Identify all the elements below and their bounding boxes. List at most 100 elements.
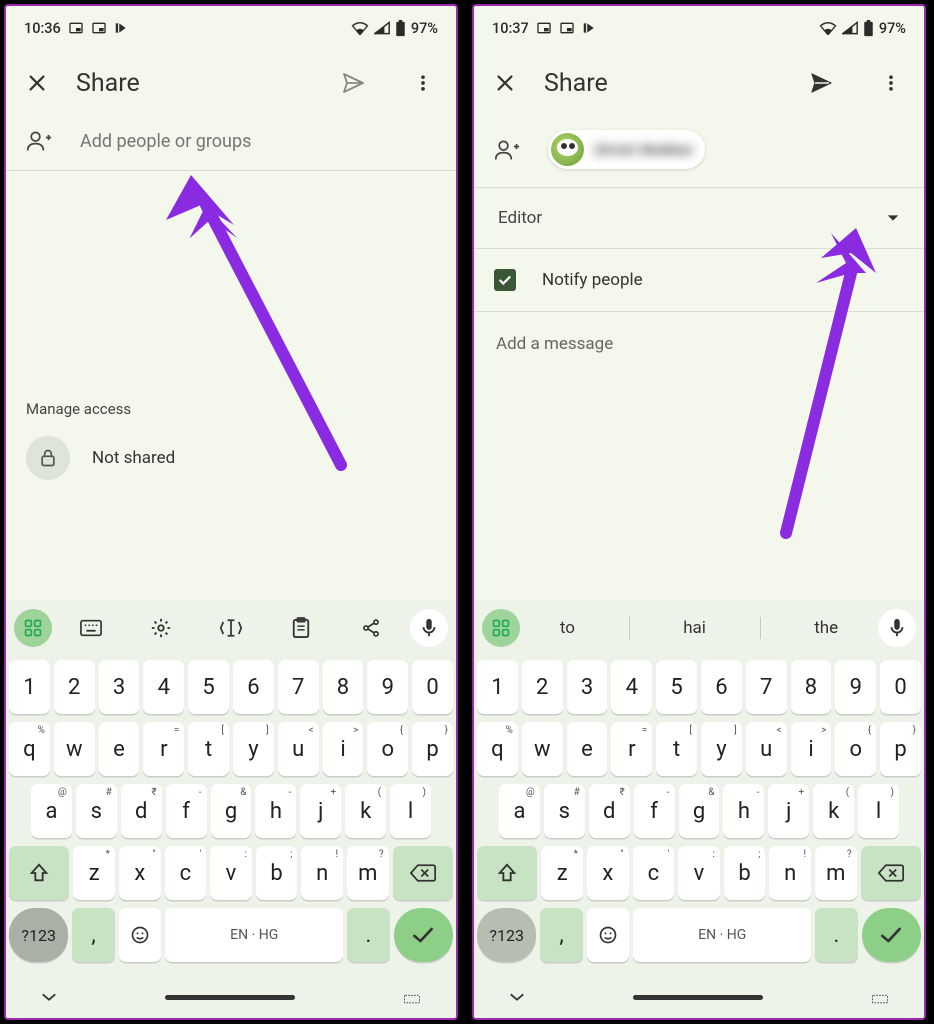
- key-period[interactable]: .: [815, 908, 857, 962]
- key-8[interactable]: 8: [323, 660, 364, 714]
- key-enter[interactable]: [862, 908, 921, 962]
- message-input[interactable]: Add a message: [474, 312, 924, 376]
- suggestion-1[interactable]: to: [542, 612, 593, 644]
- key-f[interactable]: f-: [166, 784, 207, 838]
- key-symbols[interactable]: ?123: [9, 908, 68, 962]
- key-b[interactable]: b;: [256, 846, 298, 900]
- key-l[interactable]: l): [858, 784, 899, 838]
- send-button[interactable]: [332, 62, 374, 104]
- key-z[interactable]: z*: [541, 846, 583, 900]
- key-j[interactable]: j+: [768, 784, 809, 838]
- key-1[interactable]: 1: [9, 660, 50, 714]
- key-u[interactable]: u<: [278, 722, 319, 776]
- person-chip[interactable]: Girish Mukker: [548, 130, 705, 169]
- suggestion-2[interactable]: hai: [665, 612, 724, 644]
- send-button[interactable]: [800, 62, 842, 104]
- key-v[interactable]: v:: [210, 846, 252, 900]
- nav-handle[interactable]: [165, 995, 295, 1000]
- key-r[interactable]: r=: [611, 722, 652, 776]
- key-0[interactable]: 0: [880, 660, 921, 714]
- key-enter[interactable]: [394, 908, 453, 962]
- kb-apps-icon[interactable]: [482, 609, 520, 647]
- key-3[interactable]: 3: [99, 660, 140, 714]
- key-k[interactable]: k(: [813, 784, 854, 838]
- key-8[interactable]: 8: [791, 660, 832, 714]
- kb-share-icon[interactable]: [352, 609, 390, 647]
- key-c[interactable]: c': [633, 846, 675, 900]
- key-f[interactable]: f-: [634, 784, 675, 838]
- key-7[interactable]: 7: [746, 660, 787, 714]
- key-n[interactable]: n!: [301, 846, 343, 900]
- role-dropdown[interactable]: Editor: [474, 188, 924, 249]
- key-2[interactable]: 2: [522, 660, 563, 714]
- add-people-input[interactable]: [80, 131, 436, 152]
- keyboard[interactable]: to hai the 1234567890q%wer=t[y]u<i>o{p}a…: [474, 600, 924, 1018]
- key-t[interactable]: t[: [656, 722, 697, 776]
- key-period[interactable]: .: [347, 908, 389, 962]
- nav-down-icon[interactable]: [508, 991, 526, 1003]
- key-c[interactable]: c': [165, 846, 207, 900]
- key-n[interactable]: n!: [769, 846, 811, 900]
- key-d[interactable]: d₹: [121, 784, 162, 838]
- key-m[interactable]: m?: [815, 846, 857, 900]
- key-space[interactable]: EN · HG: [165, 908, 343, 962]
- key-e[interactable]: e: [99, 722, 140, 776]
- key-5[interactable]: 5: [656, 660, 697, 714]
- key-comma[interactable]: ,: [540, 908, 582, 962]
- key-l[interactable]: l): [390, 784, 431, 838]
- key-h[interactable]: h-: [723, 784, 764, 838]
- key-6[interactable]: 6: [233, 660, 274, 714]
- key-comma[interactable]: ,: [72, 908, 114, 962]
- key-d[interactable]: d₹: [589, 784, 630, 838]
- key-g[interactable]: g&: [211, 784, 252, 838]
- key-k[interactable]: k(: [345, 784, 386, 838]
- key-shift[interactable]: [9, 846, 69, 900]
- key-a[interactable]: a@: [31, 784, 72, 838]
- key-r[interactable]: r=: [143, 722, 184, 776]
- key-w[interactable]: w: [54, 722, 95, 776]
- key-4[interactable]: 4: [143, 660, 184, 714]
- key-a[interactable]: a@: [499, 784, 540, 838]
- key-emoji[interactable]: [119, 908, 161, 962]
- key-i[interactable]: i>: [791, 722, 832, 776]
- nav-handle[interactable]: [633, 995, 763, 1000]
- key-s[interactable]: s#: [544, 784, 585, 838]
- key-space[interactable]: EN · HG: [633, 908, 811, 962]
- keyboard[interactable]: 1234567890q%wer=t[y]u<i>o{p}a@s#d₹f-g&h-…: [6, 600, 456, 1018]
- key-e[interactable]: e: [567, 722, 608, 776]
- nav-keyboard-icon[interactable]: [870, 990, 890, 1004]
- key-o[interactable]: o{: [367, 722, 408, 776]
- key-3[interactable]: 3: [567, 660, 608, 714]
- key-u[interactable]: u<: [746, 722, 787, 776]
- kb-apps-icon[interactable]: [14, 609, 52, 647]
- key-h[interactable]: h-: [255, 784, 296, 838]
- key-q[interactable]: q%: [477, 722, 518, 776]
- key-y[interactable]: y]: [233, 722, 274, 776]
- key-v[interactable]: v:: [678, 846, 720, 900]
- close-icon[interactable]: [26, 72, 48, 94]
- notify-checkbox[interactable]: [494, 269, 516, 291]
- key-x[interactable]: x": [119, 846, 161, 900]
- key-y[interactable]: y]: [701, 722, 742, 776]
- key-j[interactable]: j+: [300, 784, 341, 838]
- key-o[interactable]: o{: [835, 722, 876, 776]
- close-icon[interactable]: [494, 72, 516, 94]
- key-9[interactable]: 9: [367, 660, 408, 714]
- kb-text-select-icon[interactable]: [212, 609, 250, 647]
- key-q[interactable]: q%: [9, 722, 50, 776]
- nav-down-icon[interactable]: [40, 991, 58, 1003]
- kb-clipboard-icon[interactable]: [282, 609, 320, 647]
- key-m[interactable]: m?: [347, 846, 389, 900]
- key-backspace[interactable]: [861, 846, 921, 900]
- add-people-row[interactable]: [6, 124, 456, 171]
- more-menu-icon[interactable]: [870, 62, 912, 104]
- kb-settings-icon[interactable]: [142, 609, 180, 647]
- key-4[interactable]: 4: [611, 660, 652, 714]
- add-people-row[interactable]: Girish Mukker: [474, 124, 924, 188]
- key-z[interactable]: z*: [73, 846, 115, 900]
- key-g[interactable]: g&: [679, 784, 720, 838]
- key-x[interactable]: x": [587, 846, 629, 900]
- nav-keyboard-icon[interactable]: [402, 990, 422, 1004]
- kb-keyboard-icon[interactable]: [72, 609, 110, 647]
- key-i[interactable]: i>: [323, 722, 364, 776]
